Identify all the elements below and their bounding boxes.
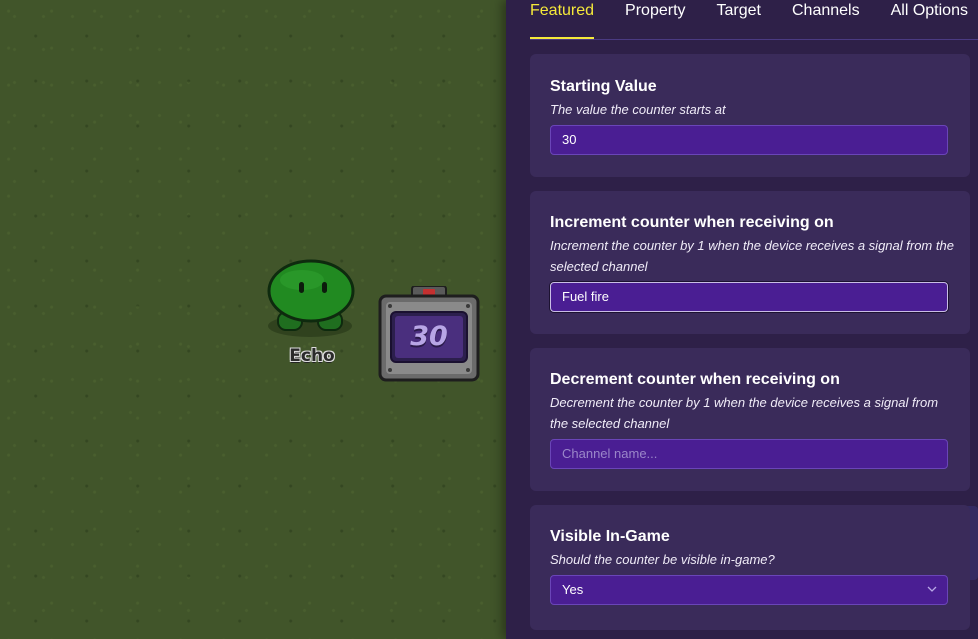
- visible-in-game-description: Should the counter be visible in-game?: [550, 552, 775, 567]
- game-world[interactable]: Echo 30: [0, 0, 506, 639]
- counter-device[interactable]: 30: [378, 286, 480, 382]
- tab-channels[interactable]: Channels: [792, 0, 860, 39]
- increment-channel-input[interactable]: Fuel fire: [550, 282, 948, 312]
- player-sprite: [267, 259, 355, 337]
- counter-display-value: 30: [410, 320, 448, 352]
- decrement-channel-input[interactable]: Channel name...: [550, 439, 948, 469]
- visible-in-game-card: Visible In-Game Should the counter be vi…: [530, 505, 970, 630]
- device-settings-panel: Featured Property Target Channels All Op…: [506, 0, 978, 639]
- visible-in-game-selected-value: Yes: [562, 582, 584, 597]
- increment-channel-card: Increment counter when receiving on Incr…: [530, 191, 970, 334]
- player-name-label: Echo: [289, 346, 335, 366]
- decrement-channel-card: Decrement counter when receiving on Decr…: [530, 348, 970, 491]
- starting-value-card: Starting Value The value the counter sta…: [530, 54, 970, 177]
- player-character: Echo: [266, 258, 358, 370]
- tab-all-options[interactable]: All Options: [891, 0, 968, 39]
- tab-bar: Featured Property Target Channels All Op…: [530, 0, 978, 40]
- visible-in-game-select[interactable]: Yes: [550, 575, 948, 605]
- increment-title: Increment counter when receiving on: [550, 214, 834, 231]
- decrement-description: Decrement the counter by 1 when the devi…: [550, 395, 939, 431]
- starting-value-title: Starting Value: [550, 78, 657, 95]
- chevron-down-icon: [927, 586, 937, 592]
- visible-in-game-title: Visible In-Game: [550, 528, 670, 545]
- tab-property[interactable]: Property: [625, 0, 685, 39]
- tab-target[interactable]: Target: [717, 0, 761, 39]
- tab-featured[interactable]: Featured: [530, 0, 595, 39]
- starting-value-description: The value the counter starts at: [550, 102, 726, 117]
- increment-description: Increment the counter by 1 when the devi…: [550, 238, 954, 274]
- decrement-title: Decrement counter when receiving on: [550, 371, 840, 388]
- starting-value-input[interactable]: 30: [550, 125, 948, 155]
